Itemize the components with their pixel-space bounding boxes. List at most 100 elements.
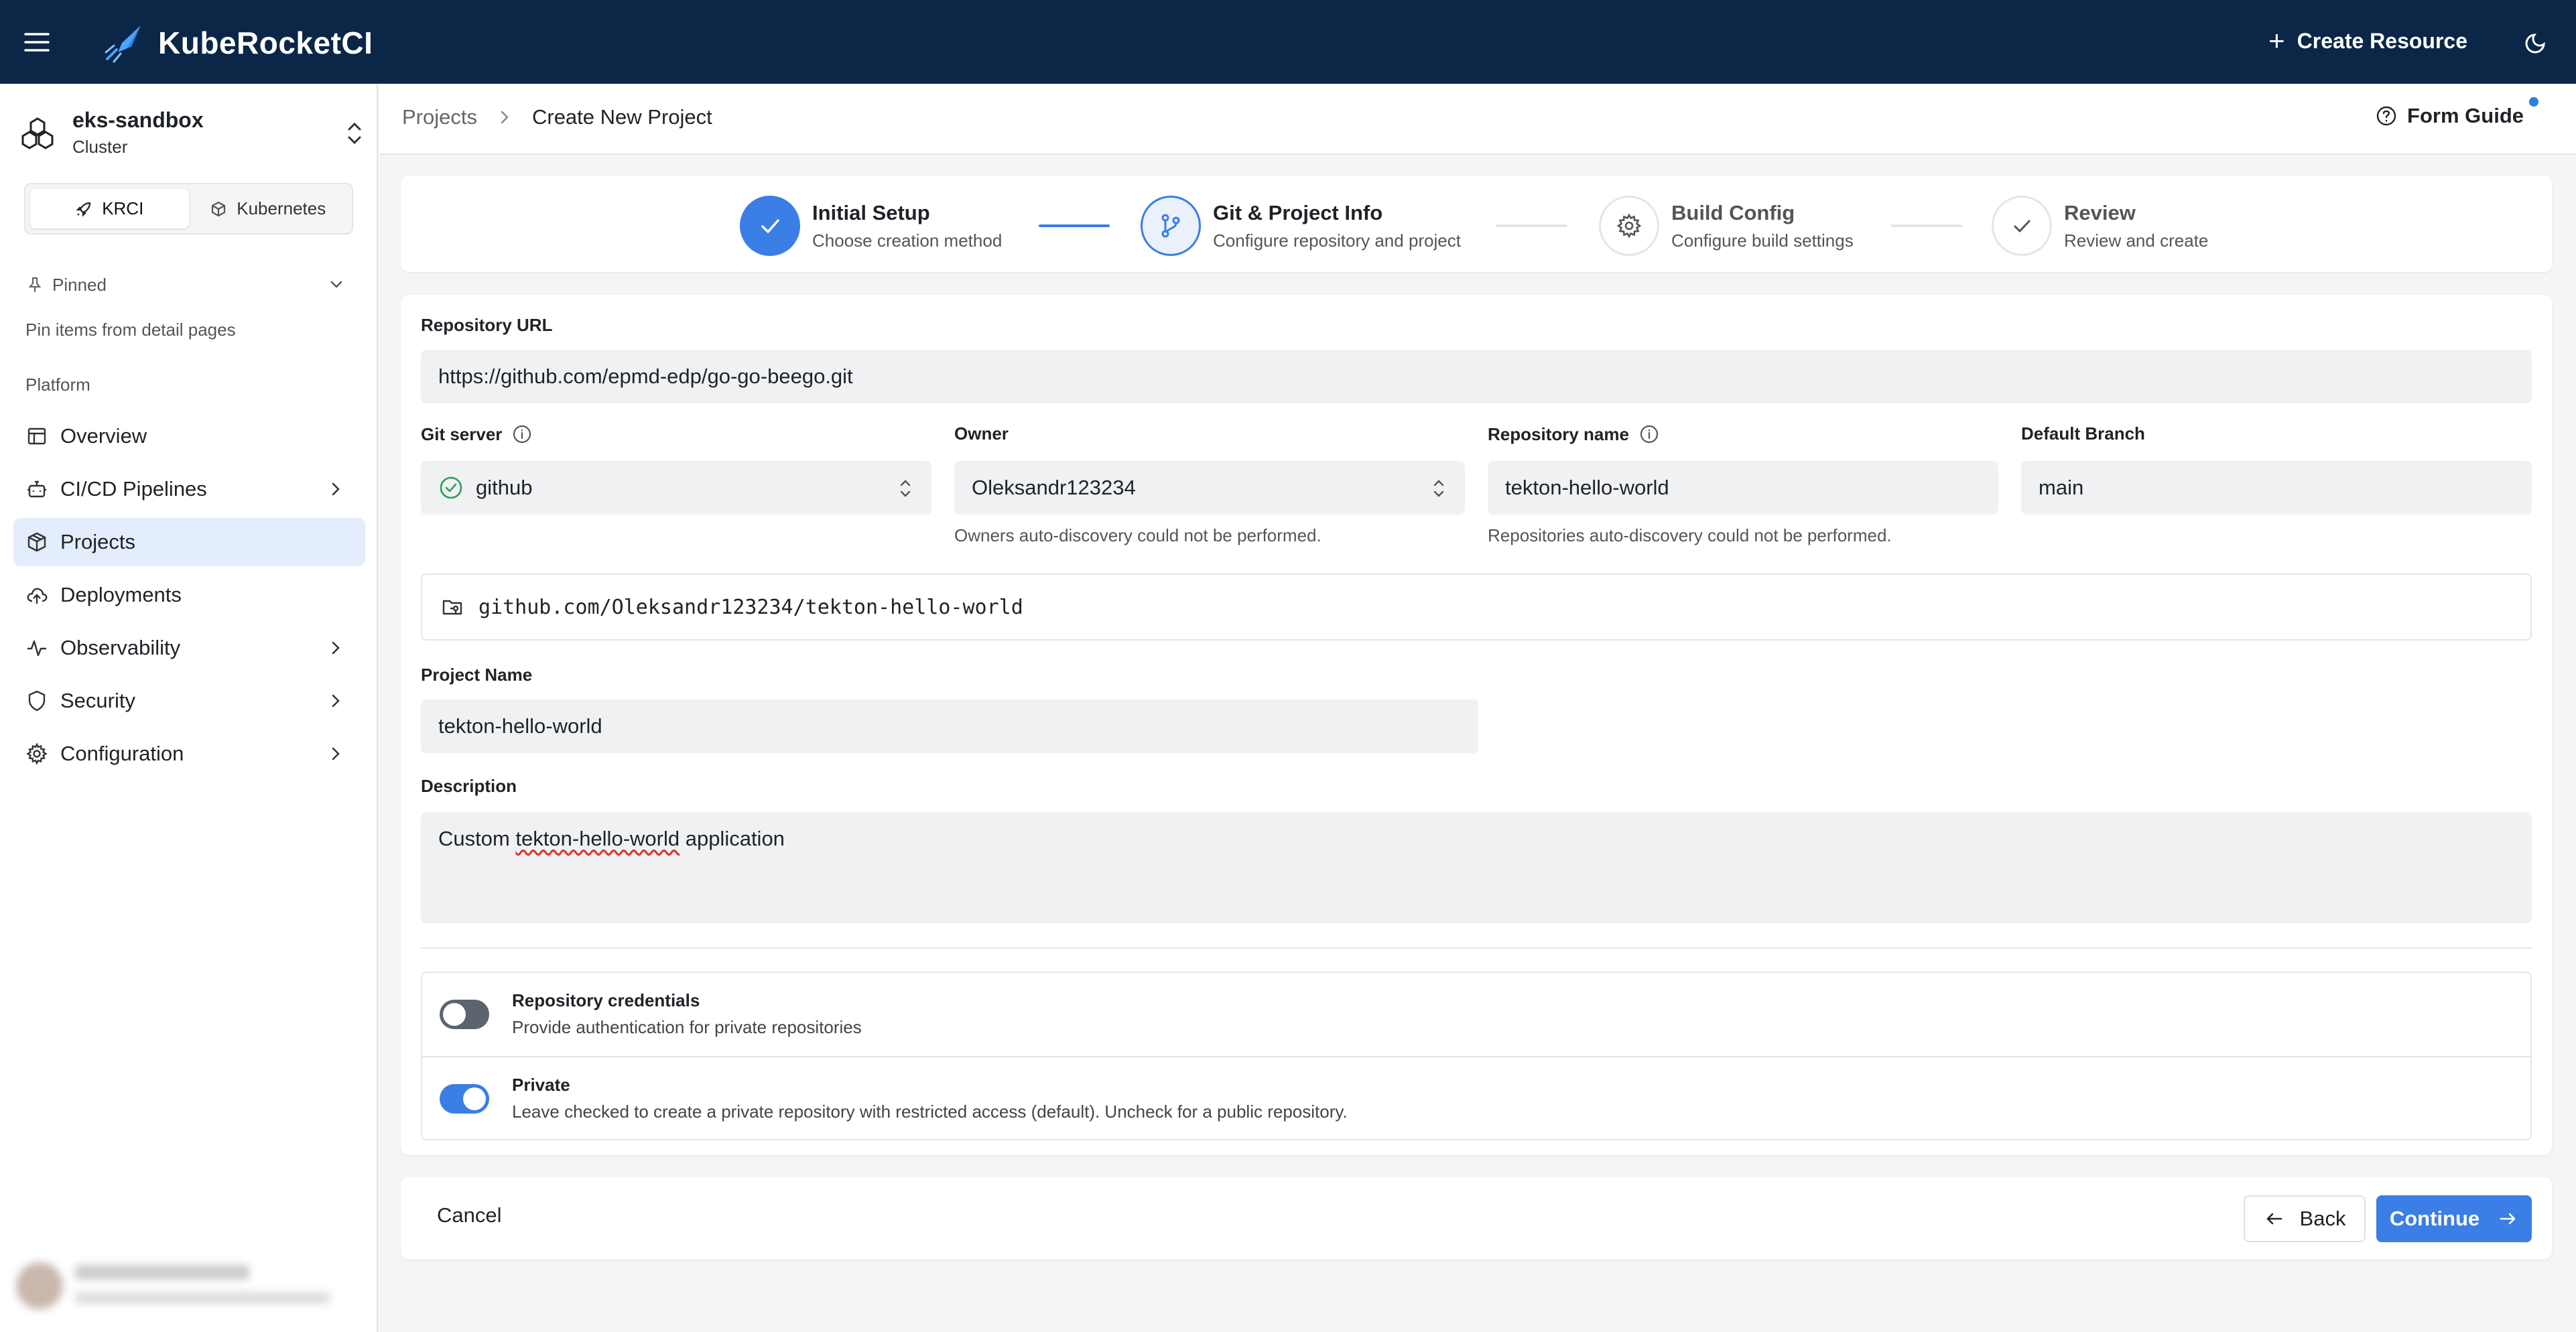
step-subtitle: Configure repository and project [1213, 230, 1461, 251]
form-guide-label: Form Guide [2407, 104, 2524, 127]
pin-icon [28, 277, 42, 292]
help-circle-icon [2376, 106, 2396, 126]
owner-label: Owner [954, 423, 1009, 444]
sidebar-item-label: Overview [60, 424, 147, 448]
sidebar-item-deployments[interactable]: Deployments [13, 571, 365, 619]
cluster-type: Cluster [72, 137, 128, 157]
top-bar: KubeRocketCI + Create Resource [0, 0, 2576, 84]
moon-icon[interactable] [2524, 29, 2549, 55]
divider [421, 947, 2532, 949]
step-connector [1496, 224, 1567, 227]
repository-credentials-toggle[interactable] [440, 1000, 489, 1029]
view-switch-kubernetes[interactable]: Kubernetes [189, 189, 348, 228]
menu-icon[interactable] [20, 29, 54, 56]
description-label: Description [421, 776, 517, 796]
sidebar-nav: Overview CI/CD Pipelines Projects Deploy… [13, 412, 365, 783]
project-form: Repository URL https://github.com/epmd-e… [401, 295, 2552, 1155]
default-branch-input[interactable]: main [2021, 461, 2532, 515]
sidebar-item-security[interactable]: Security [13, 677, 365, 725]
cluster-name: eks-sandbox [72, 108, 204, 132]
step-review[interactable]: Review Review and create [1992, 196, 2208, 256]
sidebar-item-overview[interactable]: Overview [13, 412, 365, 460]
default-branch-label: Default Branch [2021, 423, 2145, 444]
step-build-config[interactable]: Build Config Configure build settings [1599, 196, 1854, 256]
step-title: Review [2064, 200, 2136, 224]
repository-url-input[interactable]: https://github.com/epmd-edp/go-go-beego.… [421, 350, 2532, 403]
project-name-input[interactable]: tekton-hello-world [421, 700, 1478, 753]
sidebar: eks-sandbox Cluster KRCI Kubernetes Pinn… [0, 84, 378, 1332]
sidebar-item-cicd-pipelines[interactable]: CI/CD Pipelines [13, 465, 365, 513]
description-textarea[interactable]: Custom tekton-hello-world application [421, 812, 2532, 923]
chevrons-up-down-icon [900, 480, 911, 497]
step-subtitle: Configure build settings [1671, 230, 1854, 251]
chevron-right-icon [332, 641, 340, 655]
git-branch-icon [1141, 196, 1201, 256]
sidebar-item-configuration[interactable]: Configuration [13, 730, 365, 778]
cube-icon [212, 201, 226, 216]
owner-select[interactable]: Oleksandr123234 [954, 461, 1465, 515]
breadcrumb-projects-link[interactable]: Projects [402, 105, 477, 129]
cloud-upload-icon [27, 588, 48, 604]
info-icon[interactable] [511, 423, 533, 445]
view-switch-krci[interactable]: KRCI [30, 189, 189, 228]
step-git-project-info[interactable]: Git & Project Info Configure repository … [1141, 196, 1461, 256]
step-title: Git & Project Info [1213, 200, 1383, 224]
repo-path-preview: github.com/Oleksandr123234/tekton-hello-… [421, 574, 2532, 641]
app-name: KubeRocketCI [158, 25, 373, 60]
step-initial-setup[interactable]: Initial Setup Choose creation method [740, 196, 1002, 256]
gear-icon [1599, 196, 1659, 256]
check-icon [740, 196, 800, 256]
sidebar-item-label: CI/CD Pipelines [60, 477, 207, 501]
step-connector [1891, 224, 1962, 227]
stepper: Initial Setup Choose creation method Git… [401, 176, 2552, 272]
owner-value: Oleksandr123234 [972, 476, 1136, 499]
sidebar-item-label: Security [60, 689, 135, 712]
user-profile[interactable] [0, 1238, 375, 1332]
repository-credentials-description: Provide authentication for private repos… [512, 1017, 862, 1037]
avatar [16, 1262, 63, 1309]
sidebar-item-projects[interactable]: Projects [13, 518, 365, 566]
bot-icon [27, 480, 46, 498]
view-switch: KRCI Kubernetes [24, 183, 353, 235]
repository-name-label-text: Repository name [1488, 423, 1629, 444]
rocket-icon [76, 202, 91, 217]
repository-name-input[interactable]: tekton-hello-world [1488, 461, 1998, 515]
git-server-label: Git server [421, 423, 533, 445]
info-icon[interactable] [1638, 423, 1660, 445]
sidebar-item-observability[interactable]: Observability [13, 624, 365, 672]
cluster-selector[interactable]: eks-sandbox Cluster [20, 105, 365, 159]
repository-name-hint: Repositories auto-discovery could not be… [1488, 525, 1892, 545]
notification-dot [2529, 97, 2538, 107]
chevron-right-icon [332, 694, 340, 708]
private-toggle[interactable] [440, 1084, 489, 1114]
breadcrumb: Projects Create New Project [402, 105, 712, 129]
arrow-left-icon [2266, 1213, 2282, 1225]
cluster-icon [20, 116, 55, 149]
pinned-section-toggle[interactable]: Pinned [25, 271, 354, 298]
create-resource-button[interactable]: + Create Resource [2268, 27, 2467, 55]
pinned-label: Pinned [52, 274, 107, 295]
chevrons-up-down-icon [1433, 480, 1444, 497]
description-text-misspelled: tekton-hello-world [515, 827, 680, 850]
breadcrumb-bar: Projects Create New Project Form Guide [379, 84, 2576, 155]
chevron-down-icon [330, 281, 342, 288]
repository-credentials-row: Repository credentials Provide authentic… [422, 973, 2530, 1056]
activity-icon [27, 640, 46, 657]
form-actions: Cancel Back Continue [401, 1177, 2552, 1260]
back-button[interactable]: Back [2244, 1195, 2366, 1242]
brand[interactable]: KubeRocketCI [102, 23, 373, 63]
pinned-hint: Pin items from detail pages [25, 320, 236, 340]
box-icon [27, 532, 46, 552]
user-name-redacted [75, 1265, 249, 1280]
form-guide-button[interactable]: Form Guide [2375, 104, 2524, 128]
step-title: Build Config [1671, 200, 1795, 224]
view-switch-kubernetes-label: Kubernetes [237, 198, 326, 218]
cancel-button[interactable]: Cancel [437, 1203, 502, 1227]
continue-button[interactable]: Continue [2376, 1195, 2532, 1242]
rocket-logo-icon [102, 23, 145, 63]
private-row: Private Leave checked to create a privat… [422, 1056, 2530, 1139]
sidebar-item-label: Deployments [60, 583, 182, 606]
git-server-select[interactable]: github [421, 461, 931, 515]
step-subtitle: Choose creation method [812, 230, 1003, 251]
breadcrumb-current: Create New Project [531, 105, 712, 129]
